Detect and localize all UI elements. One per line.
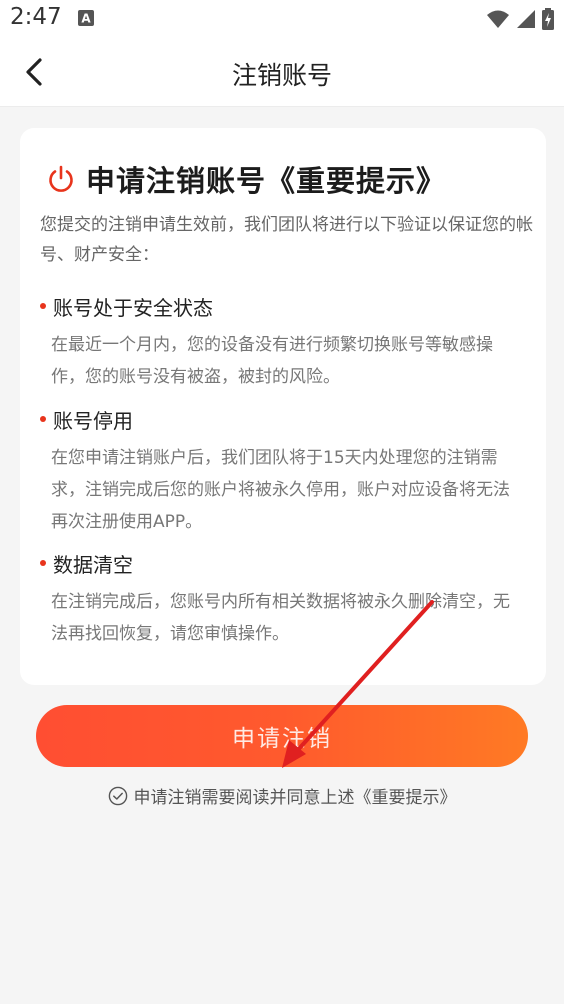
bullet-dot (40, 560, 46, 566)
section-heading: 数据清空 (38, 548, 538, 578)
bullet-dot (40, 416, 46, 422)
section-body: 在您申请注销账户后，我们团队将于15天内处理您的注销需求，注销完成后您的账户将被… (51, 448, 510, 532)
section-heading-text: 数据清空 (53, 552, 133, 577)
agreement-text: 申请注销需要阅读并同意上述《重要提示》 (133, 788, 457, 808)
apply-cancel-account-button[interactable]: 申请注销 (36, 705, 528, 767)
card-title: 申请注销账号《重要提示》 (86, 164, 447, 198)
wifi-icon (487, 10, 509, 28)
card-intro: 您提交的注销申请生效前，我们团队将进行以下验证以保证您的帐号、财产安全： (40, 215, 533, 265)
status-icons (486, 8, 554, 30)
notice-card: 申请注销账号《重要提示》 您提交的注销申请生效前，我们团队将进行以下验证以保证您… (20, 128, 546, 685)
bullet-dot (40, 303, 46, 309)
agreement-check-icon[interactable] (108, 786, 128, 806)
status-bar: 2:47 A (0, 0, 564, 38)
card-title-row: 申请注销账号《重要提示》 (46, 158, 446, 200)
battery-charging-icon (542, 8, 554, 30)
status-time: 2:47 (10, 4, 62, 30)
page-title: 注销账号 (231, 61, 332, 90)
section-heading-text: 账号处于安全状态 (53, 295, 213, 320)
svg-text:A: A (81, 12, 91, 26)
section-body: 在最近一个月内，您的设备没有进行频繁切换账号等敏感操作，您的账号没有被盗，被封的… (51, 335, 493, 387)
section-heading-text: 账号停用 (53, 408, 133, 433)
section-account-disabled: 账号停用 在您申请注销账户后，我们团队将于15天内处理您的注销需求，注销完成后您… (38, 404, 538, 538)
signal-icon (517, 10, 535, 28)
section-body: 在注销完成后，您账号内所有相关数据将被永久删除清空，无法再找回恢复，请您审慎操作… (51, 592, 510, 644)
section-heading: 账号停用 (38, 404, 538, 434)
section-data-cleared: 数据清空 在注销完成后，您账号内所有相关数据将被永久删除清空，无法再找回恢复，请… (38, 548, 538, 650)
notification-a-icon: A (78, 10, 94, 26)
power-icon (49, 165, 73, 192)
section-account-safe: 账号处于安全状态 在最近一个月内，您的设备没有进行频繁切换账号等敏感操作，您的账… (38, 291, 538, 393)
section-heading: 账号处于安全状态 (38, 291, 538, 321)
agreement-row: 申请注销需要阅读并同意上述《重要提示》 (0, 783, 564, 808)
app-header: 注销账号 (0, 38, 564, 107)
